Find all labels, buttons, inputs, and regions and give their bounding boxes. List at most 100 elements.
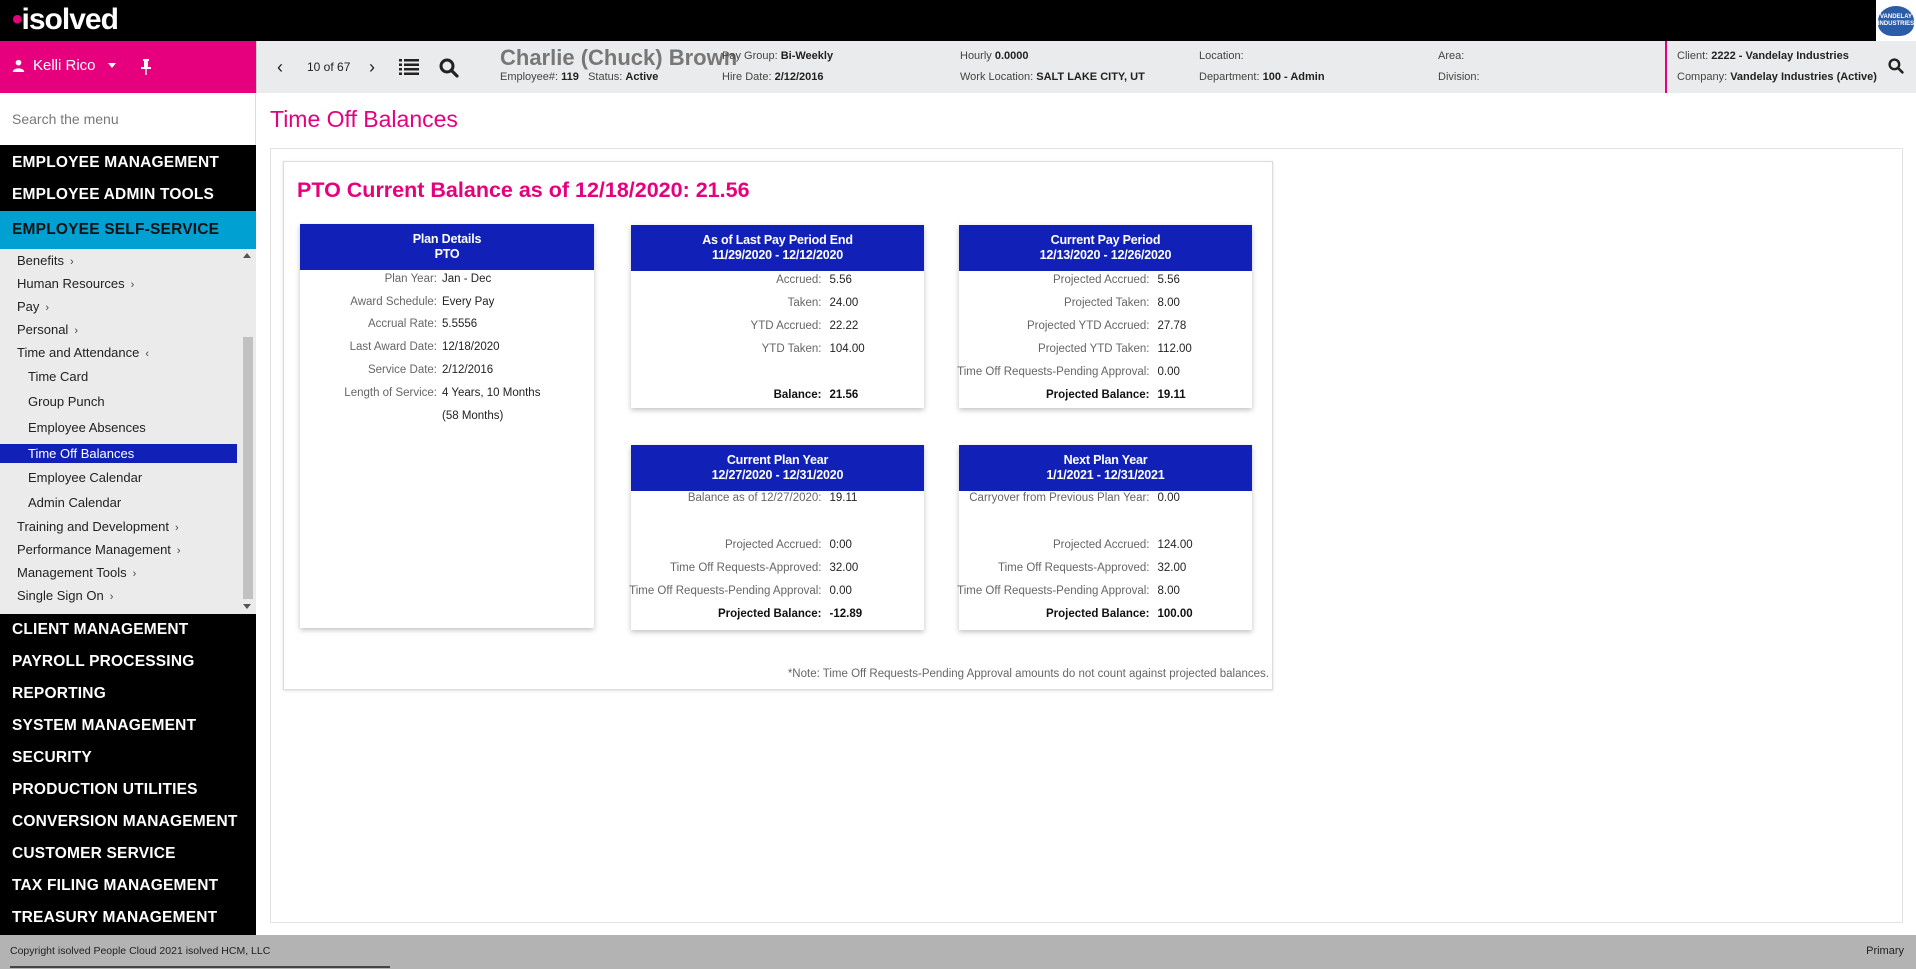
employee-id-status: Employee#: 119 Status: Active: [500, 71, 659, 83]
card-header: As of Last Pay Period End 11/29/2020 - 1…: [631, 225, 924, 271]
menu-search-input[interactable]: [12, 107, 242, 131]
sidebar-category-production-utilities[interactable]: PRODUCTION UTILITIES: [0, 774, 256, 806]
chevron-right-icon: ›: [176, 545, 181, 557]
sidebar-item-time-card[interactable]: Time Card: [28, 369, 88, 384]
balance-total-row: Balance: 21.56: [773, 389, 859, 401]
detail-row: Accrual Rate: 5.5556: [367, 318, 478, 330]
environment-label: Primary: [1866, 945, 1904, 957]
chevron-right-icon: ›: [132, 568, 137, 580]
sidebar-category-customer-service[interactable]: CUSTOMER SERVICE: [0, 838, 256, 870]
sidebar-item-single-sign-on[interactable]: Single Sign On ›: [17, 588, 113, 603]
sidebar-category-client-management[interactable]: CLIENT MANAGEMENT: [0, 614, 256, 646]
chevron-right-icon: ›: [130, 279, 135, 291]
sidebar-item-employee-absences[interactable]: Employee Absences: [28, 420, 146, 435]
balance-row: Time Off Requests-Approved: 32.00: [998, 562, 1187, 574]
division: Division:: [1438, 71, 1480, 83]
employee-name: Charlie (Chuck) Brown: [500, 45, 738, 70]
card-header: Current Pay Period 12/13/2020 - 12/26/20…: [959, 225, 1252, 271]
plan-details-card: Plan Details PTO Plan Year: Jan - Dec Awa…: [300, 224, 594, 628]
pay-group: Pay Group: Bi-Weekly: [722, 50, 834, 62]
balance-row: Balance as of 12/27/2020: 19.11: [687, 492, 858, 504]
sidebar-item-admin-calendar[interactable]: Admin Calendar: [28, 495, 121, 510]
pay-rate: Hourly 0.0000: [960, 50, 1029, 62]
detail-row: Last Award Date: 12/18/2020: [349, 341, 500, 353]
sidebar-category-reporting[interactable]: REPORTING: [0, 678, 256, 710]
balance-row: Projected Accrued: 124.00: [1052, 539, 1193, 551]
current-pay-period-card: Current Pay Period 12/13/2020 - 12/26/20…: [957, 225, 1252, 408]
chevron-right-icon[interactable]: ›: [369, 57, 375, 78]
balance-row: Projected YTD Accrued: 27.78: [1026, 320, 1187, 332]
client-logo: VANDELAY INDUSTRIES: [1876, 0, 1916, 41]
chevron-left-icon: ‹: [145, 348, 150, 360]
balance-row: Time Off Requests-Pending Approval: 8.00: [957, 585, 1180, 597]
sidebar-item-human-resources[interactable]: Human Resources ›: [17, 276, 134, 291]
list-icon[interactable]: [399, 59, 419, 75]
pin-icon[interactable]: [140, 59, 152, 75]
chevron-right-icon: ›: [74, 325, 78, 337]
sidebar-item-benefits[interactable]: Benefits ›: [17, 253, 74, 268]
sidebar-item-performance-management[interactable]: Performance Management ›: [17, 542, 181, 557]
work-location: Work Location: SALT LAKE CITY, UT: [960, 71, 1145, 83]
balance-row: Projected Taken: 8.00: [1064, 297, 1180, 309]
caret-down-icon: [107, 63, 116, 68]
user-bar: Kelli Rico: [0, 41, 256, 93]
sidebar-item-training-and-development[interactable]: Training and Development ›: [17, 519, 179, 534]
balance-row: Projected YTD Taken: 112.00: [1038, 343, 1192, 355]
department: Department: 100 - Admin: [1199, 71, 1325, 83]
area: Area:: [1438, 50, 1465, 62]
card-header: Current Plan Year 12/27/2020 - 12/31/202…: [631, 445, 924, 491]
sidebar-item-personal[interactable]: Personal ›: [17, 322, 78, 337]
page-title: Time Off Balances: [270, 106, 458, 132]
sidebar-category-payroll-processing[interactable]: PAYROLL PROCESSING: [0, 646, 256, 678]
detail-row: Length of Service: 4 Years, 10 Months: [344, 387, 541, 399]
footer: Copyright isolved People Cloud 2021 isol…: [0, 935, 1916, 969]
sidebar-item-time-and-attendance[interactable]: Time and Attendance ‹: [17, 345, 149, 360]
scroll-up-arrow-icon[interactable]: [243, 253, 251, 258]
location: Location:: [1199, 50, 1244, 62]
balance-total-row: Projected Balance: 19.11: [1045, 389, 1186, 401]
chevron-right-icon: ›: [69, 256, 74, 268]
chevron-right-icon: ›: [175, 522, 179, 534]
card-header: Next Plan Year 1/1/2021 - 12/31/2021: [959, 445, 1252, 491]
sidebar-category-treasury-management[interactable]: TREASURY MANAGEMENT: [0, 902, 256, 934]
hire-date: Hire Date: 2/12/2016: [722, 71, 824, 83]
user-icon: [12, 59, 25, 72]
detail-row: Service Date: 2/12/2016: [367, 364, 494, 376]
chevron-left-icon[interactable]: ‹: [277, 57, 283, 78]
employee-position: 10 of 67: [307, 60, 351, 74]
sidebar-submenu: Benefits › Human Resources › Pay › Personal…: [0, 249, 256, 614]
sidebar-category-tax-filing-management[interactable]: TAX FILING MANAGEMENT: [0, 870, 256, 902]
sidebar-category-employee-management[interactable]: EMPLOYEE MANAGEMENT: [0, 147, 256, 179]
sidebar-item-pay[interactable]: Pay ›: [17, 299, 49, 314]
sidebar-category-conversion-management[interactable]: CONVERSION MANAGEMENT: [0, 806, 256, 838]
sidebar: EMPLOYEE MANAGEMENT EMPLOYEE ADMIN TOOLS…: [0, 145, 256, 935]
balance-row: Time Off Requests-Pending Approval: 0.00: [629, 585, 852, 597]
balance-row: Taken: 24.00: [787, 297, 859, 309]
client-divider: [1665, 41, 1667, 93]
sidebar-item-management-tools[interactable]: Management Tools ›: [17, 565, 136, 580]
client-search-icon[interactable]: [1888, 58, 1904, 74]
pto-balance-heading: PTO Current Balance as of 12/18/2020: 21…: [297, 178, 750, 202]
search-icon[interactable]: [439, 58, 459, 78]
isolved-logo[interactable]: •isolved: [12, 4, 119, 36]
user-menu-button[interactable]: Kelli Rico: [12, 57, 116, 74]
sidebar-category-employee-self-service[interactable]: EMPLOYEE SELF-SERVICE: [0, 211, 256, 249]
sidebar-item-time-off-balances[interactable]: Time Off Balances: [0, 444, 237, 463]
detail-row: (58 Months): [442, 410, 504, 422]
sidebar-category-security[interactable]: SECURITY: [0, 742, 256, 774]
submenu-scrollbar-thumb[interactable]: [243, 337, 253, 599]
sidebar-item-employee-calendar[interactable]: Employee Calendar: [28, 470, 142, 485]
copyright-text: Copyright isolved People Cloud 2021 isol…: [10, 945, 271, 957]
user-name: Kelli Rico: [33, 57, 96, 74]
menu-search: [0, 93, 256, 145]
balance-row: Carryover from Previous Plan Year: 0.00: [969, 492, 1180, 504]
balance-row: Time Off Requests-Pending Approval: 0.00: [957, 366, 1180, 378]
balance-row: Projected Accrued: 5.56: [1052, 274, 1180, 286]
scroll-down-arrow-icon[interactable]: [243, 604, 251, 609]
next-plan-year-card: Next Plan Year 1/1/2021 - 12/31/2021 Car…: [957, 445, 1252, 630]
last-pay-period-card: As of Last Pay Period End 11/29/2020 - 1…: [631, 225, 924, 408]
sidebar-category-system-management[interactable]: SYSTEM MANAGEMENT: [0, 710, 256, 742]
pending-approval-note: *Note: Time Off Requests-Pending Approva…: [787, 668, 1269, 680]
sidebar-item-group-punch[interactable]: Group Punch: [28, 394, 105, 409]
sidebar-category-employee-admin-tools[interactable]: EMPLOYEE ADMIN TOOLS: [0, 179, 256, 211]
